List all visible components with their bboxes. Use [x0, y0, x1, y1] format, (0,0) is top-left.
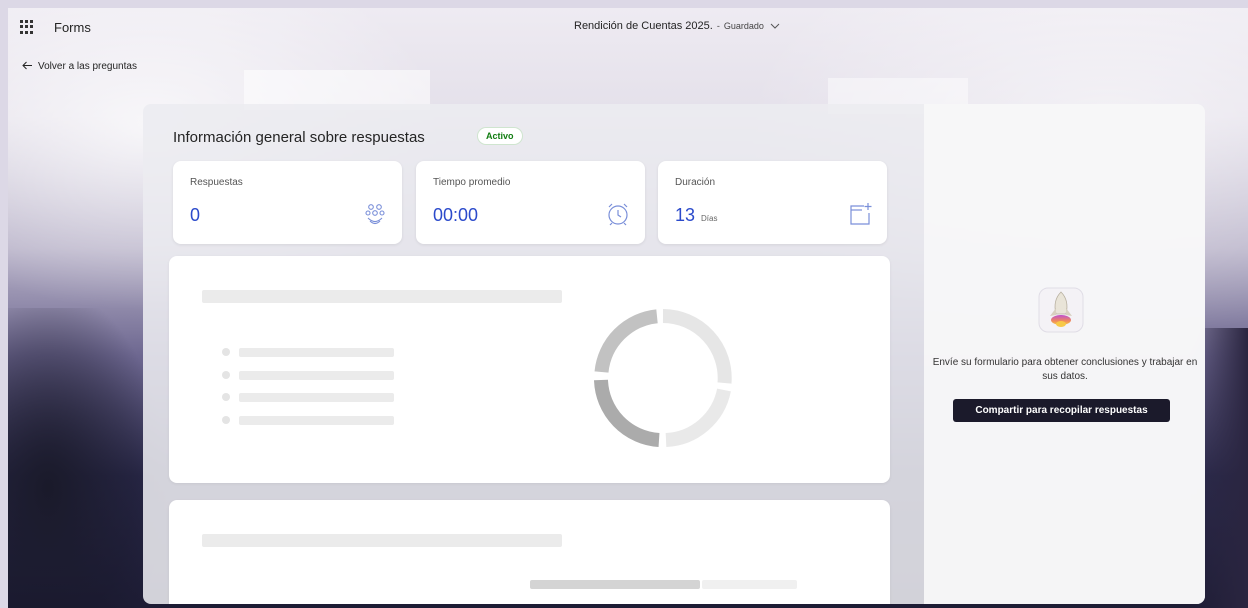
- save-status: Guardado: [723, 21, 764, 31]
- stat-value: 0: [190, 205, 201, 225]
- overview-section: Información general sobre respuestas Act…: [143, 104, 924, 604]
- stat-card-responses: Respuestas 0: [173, 161, 402, 244]
- placeholder-progress-bar: [530, 580, 700, 589]
- responses-overview-card: Información general sobre respuestas Act…: [143, 104, 1205, 604]
- stat-value: 00:00: [433, 205, 479, 225]
- placeholder-title-bar: [202, 290, 562, 303]
- back-to-questions-link[interactable]: Volver a las preguntas: [22, 59, 137, 73]
- chart-placeholder-panel: [169, 256, 890, 483]
- placeholder-legend-bar: [239, 393, 394, 402]
- calendar-icon: [847, 201, 873, 227]
- rocket-icon: [1033, 282, 1089, 338]
- app-name[interactable]: Forms: [54, 20, 91, 35]
- back-link-label: Volver a las preguntas: [38, 60, 137, 72]
- insights-side-panel: Envíe su formulario para obtener conclus…: [924, 104, 1205, 604]
- overview-title: Información general sobre respuestas: [173, 129, 425, 146]
- document-title[interactable]: Rendición de Cuentas 2025. - Guardado: [574, 20, 780, 32]
- placeholder-donut: [594, 309, 732, 447]
- stat-label: Duración: [675, 177, 716, 188]
- placeholder-progress-track: [702, 580, 797, 589]
- share-to-collect-responses-button[interactable]: Compartir para recopilar respuestas: [953, 399, 1170, 422]
- placeholder-legend-dot: [222, 371, 230, 379]
- chevron-down-icon[interactable]: [770, 21, 780, 31]
- stat-value: 13 Días: [675, 205, 718, 225]
- status-badge: Activo: [477, 127, 523, 145]
- app-launcher-icon[interactable]: [20, 20, 34, 34]
- placeholder-legend-dot: [222, 393, 230, 401]
- empty-state-message: Envíe su formulario para obtener conclus…: [932, 357, 1198, 382]
- document-title-text: Rendición de Cuentas 2025.: [574, 20, 713, 32]
- stat-label: Respuestas: [190, 177, 243, 188]
- placeholder-legend-bar: [239, 348, 394, 357]
- placeholder-title-bar: [202, 534, 562, 547]
- arrow-left-icon: [22, 59, 33, 73]
- placeholder-legend-dot: [222, 416, 230, 424]
- placeholder-legend-dot: [222, 348, 230, 356]
- stat-unit: Días: [701, 214, 718, 223]
- stat-card-average-time: Tiempo promedio 00:00: [416, 161, 645, 244]
- stat-label: Tiempo promedio: [433, 177, 511, 188]
- placeholder-legend-bar: [239, 371, 394, 380]
- clock-icon: [605, 201, 631, 227]
- stat-card-duration: Duración 13 Días: [658, 161, 887, 244]
- title-separator: -: [716, 21, 720, 31]
- people-icon: [362, 201, 388, 227]
- placeholder-legend-bar: [239, 416, 394, 425]
- top-bar: Forms Rendición de Cuentas 2025. - Guard…: [8, 8, 1248, 46]
- question-placeholder-panel: [169, 500, 890, 604]
